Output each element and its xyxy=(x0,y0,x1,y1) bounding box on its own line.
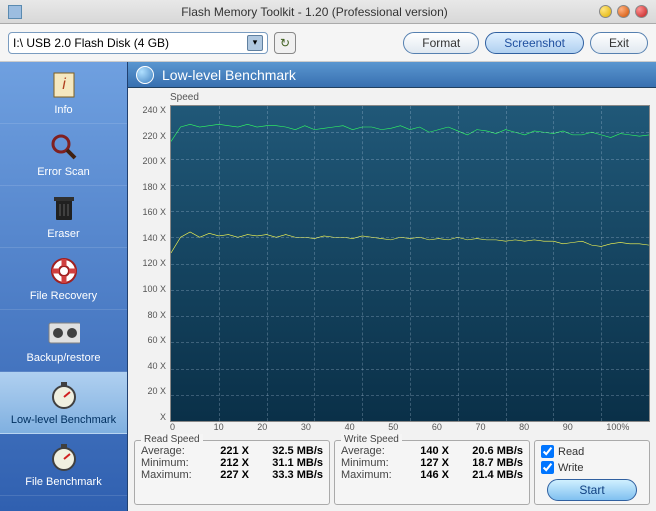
sidebar-item-filebench[interactable]: File Benchmark xyxy=(0,434,127,496)
value: 20.6 MB/s xyxy=(459,445,523,457)
label: Read xyxy=(558,446,584,458)
sidebar-item-label: Error Scan xyxy=(37,166,90,178)
sidebar-item-eraser[interactable]: Eraser xyxy=(0,186,127,248)
label: Maximum: xyxy=(141,469,197,481)
stats-row: Read Speed Average:221 X32.5 MB/s Minimu… xyxy=(128,438,656,511)
toolbar: I:\ USB 2.0 Flash Disk (4 GB) ▾ ↻ Format… xyxy=(0,24,656,62)
window-buttons xyxy=(599,5,648,18)
sidebar-item-label: Low-level Benchmark xyxy=(11,414,116,426)
sidebar-item-label: Eraser xyxy=(47,228,79,240)
chart: 240 X220 X200 X180 X160 X140 X120 X100 X… xyxy=(134,105,650,422)
value: 140 X xyxy=(407,445,449,457)
sidebar-item-label: File Benchmark xyxy=(25,476,101,488)
start-button[interactable]: Start xyxy=(547,479,637,501)
write-speed-box: Write Speed Average:140 X20.6 MB/s Minim… xyxy=(334,440,530,505)
lifebuoy-icon xyxy=(48,255,80,287)
value: 227 X xyxy=(207,469,249,481)
content: i Info Error Scan Eraser File xyxy=(0,62,656,511)
value: 146 X xyxy=(407,469,449,481)
sidebar-item-errorscan[interactable]: Error Scan xyxy=(0,124,127,186)
svg-text:i: i xyxy=(62,76,66,93)
format-button[interactable]: Format xyxy=(403,32,479,54)
value: 127 X xyxy=(407,457,449,469)
chart-area: Speed 240 X220 X200 X180 X160 X140 X120 … xyxy=(128,88,656,438)
drive-select[interactable]: I:\ USB 2.0 Flash Disk (4 GB) ▾ xyxy=(8,32,268,54)
sidebar-item-label: Info xyxy=(54,104,72,116)
value: 32.5 MB/s xyxy=(259,445,323,457)
main-panel: Low-level Benchmark Speed 240 X220 X200 … xyxy=(128,62,656,511)
refresh-button[interactable]: ↻ xyxy=(274,32,296,54)
read-checkbox-input[interactable] xyxy=(541,445,554,458)
titlebar: Flash Memory Toolkit - 1.20 (Professiona… xyxy=(0,0,656,24)
stopwatch-icon xyxy=(48,379,80,411)
app-icon xyxy=(8,5,22,19)
value: 221 X xyxy=(207,445,249,457)
plot-area xyxy=(170,105,650,422)
stopwatch-icon xyxy=(136,66,154,84)
label: Average: xyxy=(341,445,397,457)
trash-icon xyxy=(48,193,80,225)
x-axis: 0102030405060708090100% xyxy=(170,422,650,436)
sidebar-item-filerecovery[interactable]: File Recovery xyxy=(0,248,127,310)
screenshot-label: Screenshot xyxy=(504,36,565,50)
dropdown-icon[interactable]: ▾ xyxy=(247,35,263,51)
panel-title: Low-level Benchmark xyxy=(162,67,296,83)
write-legend: Write Speed xyxy=(341,434,402,445)
read-legend: Read Speed xyxy=(141,434,203,445)
value: 212 X xyxy=(207,457,249,469)
panel-header: Low-level Benchmark xyxy=(128,62,656,88)
info-icon: i xyxy=(48,69,80,101)
value: 33.3 MB/s xyxy=(259,469,323,481)
app-window: Flash Memory Toolkit - 1.20 (Professiona… xyxy=(0,0,656,511)
magnifier-icon xyxy=(48,131,80,163)
drive-select-value: I:\ USB 2.0 Flash Disk (4 GB) xyxy=(13,36,169,50)
value: 18.7 MB/s xyxy=(459,457,523,469)
chart-ylabel: Speed xyxy=(170,92,650,103)
value: 21.4 MB/s xyxy=(459,469,523,481)
sidebar-item-label: File Recovery xyxy=(30,290,97,302)
minimize-button[interactable] xyxy=(599,5,612,18)
y-axis: 240 X220 X200 X180 X160 X140 X120 X100 X… xyxy=(134,105,170,422)
sidebar: i Info Error Scan Eraser File xyxy=(0,62,128,511)
tape-icon xyxy=(48,317,80,349)
label: Minimum: xyxy=(341,457,397,469)
sidebar-item-info[interactable]: i Info xyxy=(0,62,127,124)
sidebar-item-backup[interactable]: Backup/restore xyxy=(0,310,127,372)
label: Write xyxy=(558,462,583,474)
format-label: Format xyxy=(422,36,460,50)
close-button[interactable] xyxy=(635,5,648,18)
maximize-button[interactable] xyxy=(617,5,630,18)
exit-label: Exit xyxy=(609,36,629,50)
screenshot-button[interactable]: Screenshot xyxy=(485,32,584,54)
read-checkbox[interactable]: Read xyxy=(541,445,584,458)
label: Minimum: xyxy=(141,457,197,469)
read-speed-box: Read Speed Average:221 X32.5 MB/s Minimu… xyxy=(134,440,330,505)
value: 31.1 MB/s xyxy=(259,457,323,469)
sidebar-item-lowlevel[interactable]: Low-level Benchmark xyxy=(0,372,127,434)
write-checkbox[interactable]: Write xyxy=(541,461,583,474)
stopwatch-icon xyxy=(48,441,80,473)
label: Average: xyxy=(141,445,197,457)
window-title: Flash Memory Toolkit - 1.20 (Professiona… xyxy=(30,5,599,19)
refresh-icon: ↻ xyxy=(280,36,290,50)
exit-button[interactable]: Exit xyxy=(590,32,648,54)
label: Maximum: xyxy=(341,469,397,481)
start-label: Start xyxy=(579,483,604,497)
sidebar-item-label: Backup/restore xyxy=(27,352,101,364)
options-box: Read Write Start xyxy=(534,440,650,505)
write-checkbox-input[interactable] xyxy=(541,461,554,474)
